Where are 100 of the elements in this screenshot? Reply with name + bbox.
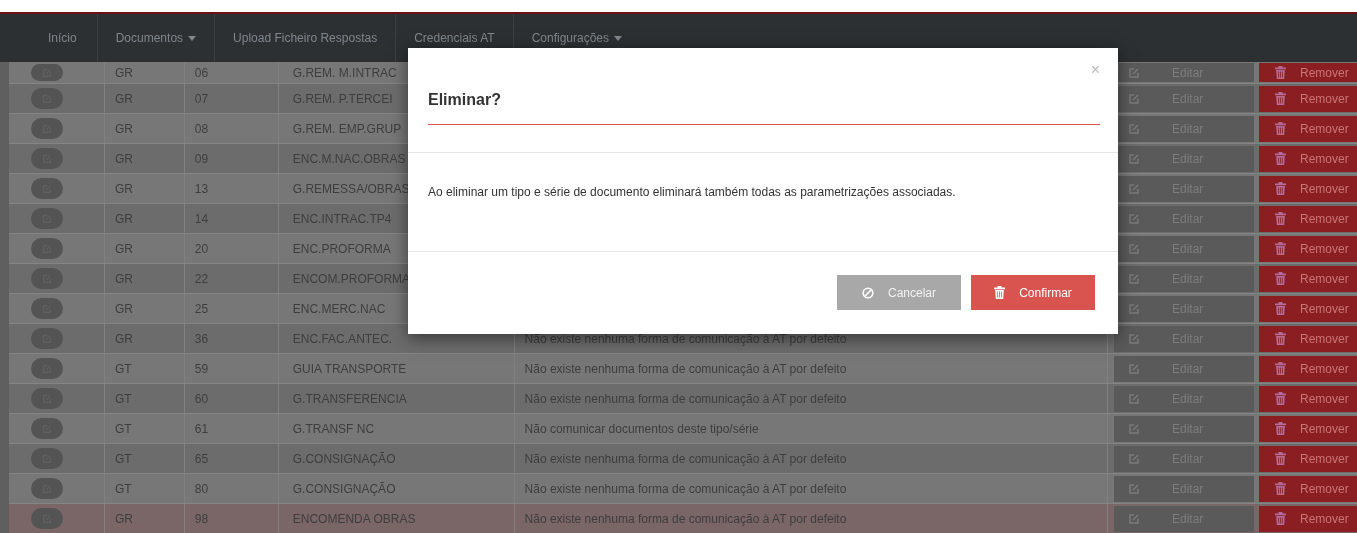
view-button[interactable]: [31, 208, 63, 229]
table-cell-text: 80: [194, 480, 209, 498]
table-cell-text: Não existe nenhuma forma de comunicação à AT por defeito: [524, 510, 847, 528]
trash-icon: [1275, 242, 1286, 255]
remove-button[interactable]: Remover: [1259, 385, 1357, 412]
remove-button[interactable]: Remover: [1259, 355, 1357, 382]
trash-icon: [1275, 182, 1286, 195]
view-button[interactable]: [31, 64, 63, 81]
trash-icon: [1275, 332, 1286, 345]
table-cell-text: GT: [114, 480, 132, 498]
remove-button[interactable]: Remover: [1259, 145, 1357, 172]
trash-icon: [1275, 392, 1286, 405]
remove-button[interactable]: Remover: [1259, 235, 1357, 262]
dialog-message: Ao eliminar um tipo e série de documento eliminará também todas as parametrizações associadas.: [428, 184, 957, 201]
trash-icon: [1275, 92, 1286, 105]
view-button[interactable]: [31, 148, 63, 169]
edit-icon: [1128, 512, 1140, 525]
edit-icon: [1128, 332, 1140, 345]
edit-icon: [1128, 302, 1140, 315]
table-cell-text: ENCOMENDA OBRAS: [292, 510, 416, 528]
remove-button[interactable]: Remover: [1259, 115, 1357, 142]
table-cell-text: GR: [114, 240, 133, 258]
edit-icon: [1128, 362, 1140, 375]
remove-button[interactable]: Remover: [1259, 325, 1357, 352]
edit-icon: [1128, 92, 1140, 105]
remove-button[interactable]: Remover: [1259, 265, 1357, 292]
table-cell-text: 08: [194, 120, 209, 138]
view-button[interactable]: [31, 388, 63, 409]
trash-icon: [1275, 302, 1286, 315]
trash-icon: [1275, 152, 1286, 165]
table-cell-text: G.TRANSF NC: [292, 420, 375, 438]
remove-button[interactable]: Remover: [1259, 445, 1357, 472]
table-cell-text: GT: [114, 420, 132, 438]
view-button[interactable]: [31, 358, 63, 379]
edit-icon: [1128, 422, 1140, 435]
view-button[interactable]: [31, 268, 63, 289]
nav-link[interactable]: Configurações: [513, 14, 640, 62]
nav-link[interactable]: Início: [30, 14, 97, 62]
remove-button[interactable]: Remover: [1259, 205, 1357, 232]
table-cell-text: Não existe nenhuma forma de comunicação à AT por defeito: [524, 360, 847, 378]
trash-icon: [1275, 66, 1286, 79]
edit-icon: [1128, 482, 1140, 495]
table-cell-text: 25: [194, 300, 209, 318]
trash-icon: [1275, 452, 1286, 465]
trash-icon: [994, 286, 1006, 299]
edit-icon: [1128, 242, 1140, 255]
table-cell-text: 98: [194, 510, 209, 528]
trash-icon: [1275, 422, 1286, 435]
dialog-title: Eliminar?: [428, 88, 1100, 125]
remove-button[interactable]: Remover: [1259, 175, 1357, 202]
trash-icon: [1275, 362, 1286, 375]
remove-button[interactable]: Remover: [1259, 85, 1357, 112]
edit-icon: [1128, 66, 1140, 79]
nav-link[interactable]: Upload Ficheiro Respostas: [215, 14, 396, 62]
table-cell-text: GR: [114, 510, 133, 528]
edit-icon: [1128, 392, 1140, 405]
view-button[interactable]: [31, 508, 63, 529]
nav-link[interactable]: Documentos: [97, 14, 215, 62]
view-button[interactable]: [31, 478, 63, 499]
view-button[interactable]: [31, 418, 63, 439]
edit-icon: [1128, 212, 1140, 225]
remove-button[interactable]: Remover: [1259, 505, 1357, 532]
remove-button[interactable]: Remover: [1259, 415, 1357, 442]
view-button[interactable]: [31, 298, 63, 319]
confirm-button[interactable]: Confirmar: [971, 275, 1095, 310]
trash-icon: [1275, 512, 1286, 525]
table-cell-text: G.REM. M.INTRAC: [292, 64, 397, 82]
edit-icon: [1128, 122, 1140, 135]
trash-icon: [1275, 482, 1286, 495]
edit-icon: [1128, 272, 1140, 285]
table-cell-text: GR: [114, 120, 133, 138]
close-button[interactable]: ×: [1090, 62, 1100, 78]
edit-icon: [1128, 182, 1140, 195]
table-cell-text: G.CONSIGNAÇÃO: [292, 480, 396, 498]
table-cell-text: 61: [194, 420, 209, 438]
table-cell-text: 13: [194, 180, 209, 198]
table-cell-text: ENC.MERC.NAC: [292, 300, 386, 318]
remove-button[interactable]: Remover: [1259, 295, 1357, 322]
table-cell-text: ENC.PROFORMA: [292, 240, 391, 258]
remove-button[interactable]: Remover: [1259, 475, 1357, 502]
view-button[interactable]: [31, 328, 63, 349]
view-button[interactable]: [31, 178, 63, 199]
view-button[interactable]: [31, 88, 63, 109]
table-cell-text: GR: [114, 300, 133, 318]
view-button[interactable]: [31, 238, 63, 259]
table-cell-text: GR: [114, 180, 133, 198]
table-cell-text: Não comunicar documentos deste tipo/série: [524, 420, 759, 438]
view-button[interactable]: [31, 118, 63, 139]
trash-icon: [1275, 212, 1286, 225]
table-cell-text: GUIA TRANSPORTE: [292, 360, 407, 378]
table-cell-text: GR: [114, 64, 133, 82]
remove-button[interactable]: Remover: [1259, 63, 1357, 82]
table-cell-text: 59: [194, 360, 209, 378]
trash-icon: [1275, 272, 1286, 285]
cancel-icon: [862, 286, 874, 299]
cancel-button[interactable]: Cancelar: [837, 275, 961, 310]
edit-icon: [1128, 452, 1140, 465]
table-cell-text: GT: [114, 360, 132, 378]
table-cell-text: G.REM. EMP.GRUP: [292, 120, 402, 138]
view-button[interactable]: [31, 448, 63, 469]
